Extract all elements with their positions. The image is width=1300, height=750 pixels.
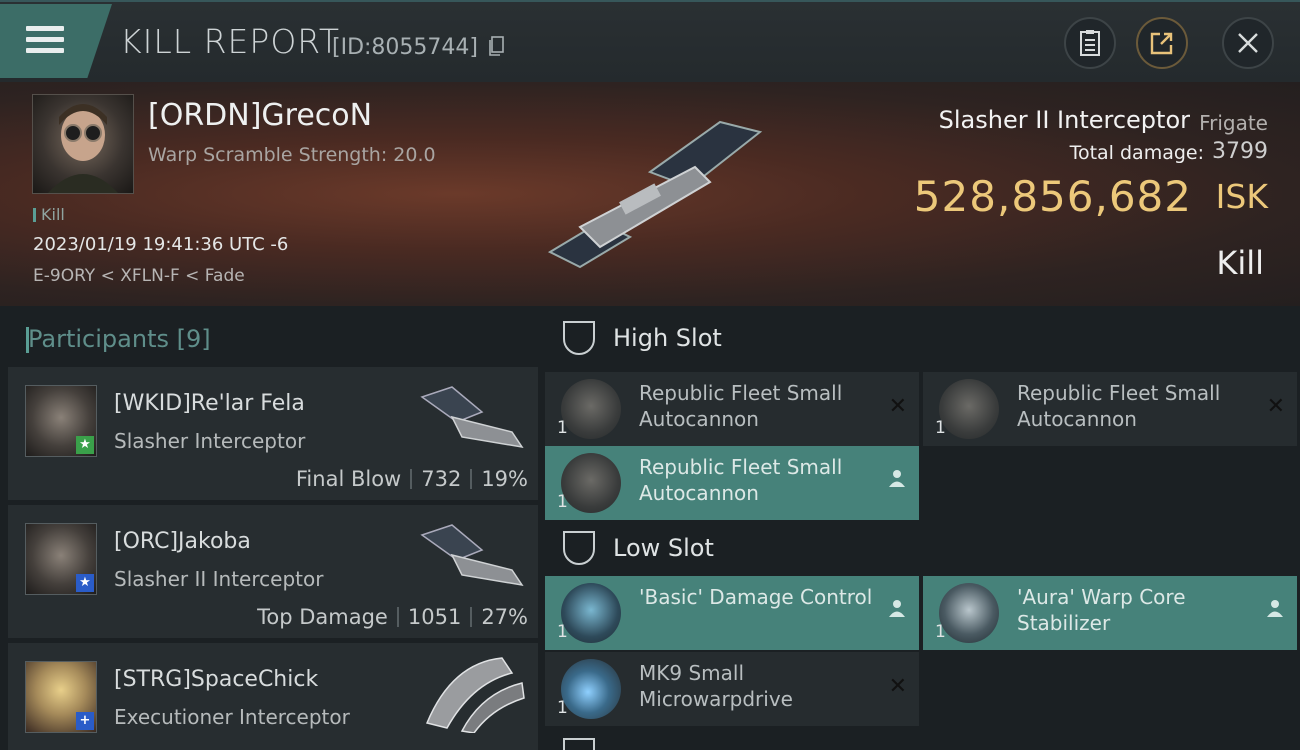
participants-header: Participants [9] <box>26 325 211 353</box>
close-icon <box>1238 33 1258 53</box>
copy-icon[interactable] <box>489 36 505 56</box>
portrait-image <box>48 104 118 193</box>
participant-percent: 27% <box>481 605 528 629</box>
participant-stat-label: Final Blow <box>295 467 402 491</box>
participant-stat-label: Top Damage <box>257 605 388 629</box>
participant-card[interactable]: + [STRG]SpaceChick Executioner Intercept… <box>8 643 538 750</box>
module-name: Republic Fleet Small Autocannon <box>1017 381 1221 431</box>
dropped-icon <box>887 598 907 624</box>
isk-value: 528,856,682 <box>913 172 1192 221</box>
module-quantity: 1 <box>935 622 946 642</box>
isk-unit: ISK <box>1215 177 1268 216</box>
module-quantity: 1 <box>557 492 568 512</box>
participant-card[interactable]: ★ [ORC]Jakoba Slasher II Interceptor Top… <box>8 505 538 640</box>
participant-ship-image <box>425 657 525 733</box>
participant-ship: Slasher II Interceptor <box>114 567 324 591</box>
autocannon-icon <box>561 379 621 439</box>
kill-id: [ID:8055744] <box>332 35 478 60</box>
participant-avatar: + <box>25 661 97 733</box>
destroyed-icon: ✕ <box>888 674 907 699</box>
participant-avatar: ★ <box>25 523 97 595</box>
kill-time: 2023/01/19 19:41:36 UTC -6 <box>33 234 289 255</box>
standing-badge-icon: ★ <box>76 436 94 454</box>
victim-ship-class: Frigate <box>1199 111 1268 135</box>
victim-ship-name: Slasher II Interceptor <box>938 106 1190 134</box>
participant-ship-image <box>420 386 524 449</box>
module-quantity: 1 <box>557 698 568 718</box>
fitting-panel: High Slot 1 Republic Fleet Small Autocan… <box>545 306 1300 750</box>
victim-name[interactable]: [ORDN]GrecoN <box>148 98 372 133</box>
module-name: 'Aura' Warp Core Stabilizer <box>1017 585 1186 635</box>
participant-name: [STRG]SpaceChick <box>114 667 319 692</box>
microwarpdrive-icon <box>561 659 621 719</box>
close-button[interactable] <box>1222 17 1274 69</box>
header-bar: KILL REPORT [ID:8055744] <box>0 0 1300 82</box>
module-name: Republic Fleet Small Autocannon <box>639 381 843 431</box>
clipboard-button[interactable] <box>1064 17 1116 69</box>
autocannon-icon <box>939 379 999 439</box>
kill-result: Kill <box>1216 244 1264 282</box>
warp-scramble-strength: Warp Scramble Strength: 20.0 <box>148 144 436 166</box>
victim-avatar[interactable] <box>32 94 134 194</box>
total-damage-value: 3799 <box>1212 139 1268 164</box>
module-quantity: 1 <box>557 418 568 438</box>
participant-ship: Executioner Interceptor <box>114 705 350 729</box>
module-item[interactable]: 1 'Aura' Warp Core Stabilizer <box>923 576 1297 650</box>
share-button[interactable] <box>1136 17 1188 69</box>
mid-slot-icon <box>563 738 595 750</box>
menu-button[interactable] <box>0 4 112 78</box>
standing-badge-icon: + <box>76 712 94 730</box>
autocannon-icon <box>561 453 621 513</box>
high-slot-header: High Slot <box>545 306 1300 372</box>
participant-name: [WKID]Re'lar Fela <box>114 391 305 416</box>
participant-name: [ORC]Jakoba <box>114 529 251 554</box>
participant-avatar: ★ <box>25 385 97 457</box>
total-damage-label: Total damage: <box>1069 142 1204 164</box>
module-item[interactable]: 1 Republic Fleet Small Autocannon <box>545 446 919 520</box>
standing-badge-icon: ★ <box>76 574 94 592</box>
kill-report-window: KILL REPORT [ID:8055744] [ORDN]GrecoN Wa… <box>0 0 1300 750</box>
module-item[interactable]: 1 Republic Fleet Small Autocannon ✕ <box>923 372 1297 446</box>
clipboard-icon <box>1080 30 1100 56</box>
module-item[interactable]: 1 Republic Fleet Small Autocannon ✕ <box>545 372 919 446</box>
module-quantity: 1 <box>935 418 946 438</box>
low-slot-header: Low Slot <box>545 516 1300 582</box>
warp-core-stabilizer-icon <box>939 583 999 643</box>
module-name: 'Basic' Damage Control <box>639 585 873 609</box>
kill-tag: Kill <box>33 205 65 224</box>
participant-ship-image <box>420 524 524 587</box>
participant-damage: 732 <box>421 467 462 491</box>
low-slot-icon <box>563 531 595 565</box>
module-quantity: 1 <box>557 622 568 642</box>
participant-card[interactable]: ★ [WKID]Re'lar Fela Slasher Interceptor … <box>8 367 538 502</box>
high-slot-label: High Slot <box>613 324 722 352</box>
dropped-icon <box>887 468 907 494</box>
participant-percent: 19% <box>481 467 528 491</box>
module-item[interactable]: 1 MK9 Small Microwarpdrive ✕ <box>545 652 919 726</box>
kill-location[interactable]: E-9ORY < XFLN-F < Fade <box>33 266 245 286</box>
page-title: KILL REPORT <box>120 22 340 61</box>
module-name: MK9 Small Microwarpdrive <box>639 661 793 711</box>
module-name: Republic Fleet Small Autocannon <box>639 455 843 505</box>
high-slot-icon <box>563 321 595 355</box>
victim-ship-image <box>547 120 763 269</box>
module-item[interactable]: 1 'Basic' Damage Control <box>545 576 919 650</box>
dropped-icon <box>1265 598 1285 624</box>
damage-control-icon <box>561 583 621 643</box>
participant-ship: Slasher Interceptor <box>114 429 306 453</box>
participant-damage: 1051 <box>407 605 462 629</box>
destroyed-icon: ✕ <box>888 394 907 419</box>
destroyed-icon: ✕ <box>1266 394 1285 419</box>
low-slot-label: Low Slot <box>613 534 714 562</box>
share-icon <box>1150 32 1173 55</box>
